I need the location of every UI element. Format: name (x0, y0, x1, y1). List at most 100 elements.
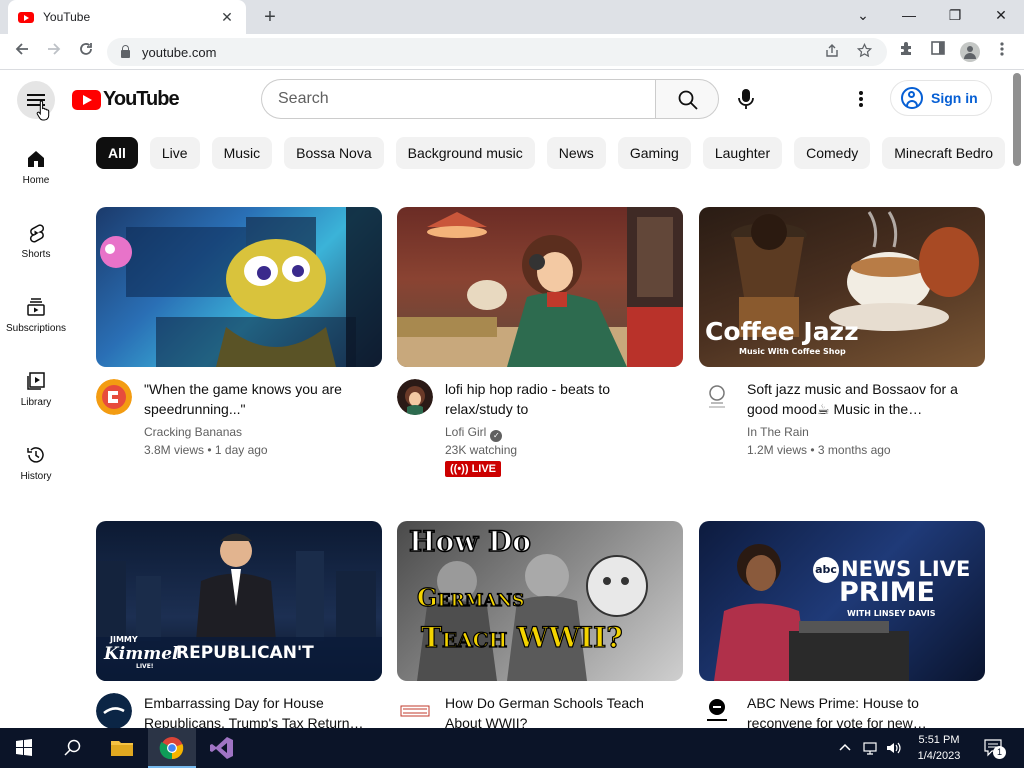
kimmel-logo-top: JIMMY (110, 635, 138, 644)
chrome-menu-icon[interactable] (989, 39, 1015, 65)
video-title[interactable]: lofi hip hop radio - beats to relax/stud… (445, 379, 675, 419)
video-title[interactable]: Soft jazz music and Bossaov for a good m… (747, 379, 977, 419)
taskbar-visual-studio[interactable] (198, 728, 246, 768)
video-card[interactable]: Coffee Jazz Music With Coffee Shop Soft … (699, 207, 985, 487)
guide-item-library[interactable]: Library (0, 371, 72, 441)
channel-avatar[interactable] (96, 693, 132, 728)
chip-background-music[interactable]: Background music (395, 137, 535, 169)
thumbnail-game-scene (100, 207, 382, 367)
video-thumbnail[interactable]: JIMMY Kimmel LIVE! REPUBLICAN'T (96, 521, 382, 681)
reload-icon (80, 43, 92, 55)
channel-avatar[interactable] (397, 379, 433, 415)
start-button[interactable] (0, 728, 48, 768)
guide-label-subscriptions: Subscriptions (5, 323, 67, 334)
search-input[interactable] (261, 79, 656, 119)
thumbnail-subtitle: Music With Coffee Shop (739, 347, 846, 356)
chip-gaming[interactable]: Gaming (617, 137, 691, 169)
video-meta: How Do German Schools Teach About WWII? (397, 681, 683, 728)
voice-search-button[interactable] (726, 79, 766, 119)
chip-live[interactable]: Live (149, 137, 200, 169)
video-title[interactable]: How Do German Schools Teach About WWII? (445, 693, 675, 728)
action-center-button[interactable]: 1 (983, 738, 1006, 761)
taskbar-clock[interactable]: 5:51 PM 1/4/2023 (908, 732, 970, 764)
channel-avatar[interactable] (96, 379, 132, 415)
address-bar[interactable]: youtube.com (107, 38, 887, 66)
abc-logo: abc (813, 557, 839, 583)
chip-bossa-nova[interactable]: Bossa Nova (284, 137, 384, 169)
account-circle-icon (901, 87, 923, 109)
chip-music[interactable]: Music (211, 137, 273, 169)
video-thumbnail[interactable] (96, 207, 382, 367)
video-thumbnail[interactable] (397, 207, 683, 367)
bookmark-star-icon[interactable] (853, 42, 875, 64)
sign-in-button[interactable]: Sign in (890, 80, 992, 116)
video-meta: "When the game knows you are speedrunnin… (96, 367, 382, 487)
taskbar-file-explorer[interactable] (98, 728, 146, 768)
video-title[interactable]: ABC News Prime: House to reconvene for v… (747, 693, 977, 728)
share-icon[interactable] (821, 42, 843, 64)
minimize-button[interactable]: — (886, 0, 932, 30)
youtube-logo[interactable]: YouTube (72, 88, 180, 111)
new-tab-button[interactable]: + (258, 5, 282, 29)
video-title[interactable]: "When the game knows you are speedrunnin… (144, 379, 374, 419)
video-meta: lofi hip hop radio - beats to relax/stud… (397, 367, 683, 487)
network-icon[interactable] (862, 740, 880, 759)
chip-comedy[interactable]: Comedy (794, 137, 871, 169)
channel-name[interactable]: In The Rain (747, 425, 809, 439)
restore-button[interactable]: ❐ (932, 0, 978, 30)
guide-label-shorts: Shorts (21, 249, 51, 260)
settings-more-button[interactable] (849, 85, 873, 113)
tray-overflow-icon[interactable] (838, 740, 852, 757)
guide-item-home[interactable]: Home (0, 149, 72, 219)
youtube-favicon-icon (18, 11, 34, 23)
guide-item-shorts[interactable]: Shorts (0, 223, 72, 293)
chip-laughter[interactable]: Laughter (702, 137, 783, 169)
close-window-button[interactable]: ✕ (978, 0, 1024, 30)
video-card[interactable]: "When the game knows you are speedrunnin… (96, 207, 382, 487)
thumbnail-title: Coffee Jazz (705, 317, 859, 346)
video-card[interactable]: abc NEWS LIVE PRIME WITH LINSEY DAVIS AB… (699, 521, 985, 728)
video-card[interactable]: How Do Germans Teach WWII? How Do German… (397, 521, 683, 728)
clock-time: 5:51 PM (918, 734, 960, 746)
guide-item-history[interactable]: History (0, 445, 72, 515)
forward-button[interactable] (41, 39, 67, 65)
chip-minecraft-bedrock[interactable]: Minecraft Bedro (882, 137, 1006, 169)
taskbar-search-button[interactable] (48, 728, 96, 768)
windows-taskbar: 5:51 PM 1/4/2023 1 (0, 728, 1024, 768)
channel-avatar[interactable] (699, 693, 735, 728)
video-thumbnail[interactable]: How Do Germans Teach WWII? (397, 521, 683, 681)
video-thumbnail[interactable]: Coffee Jazz Music With Coffee Shop (699, 207, 985, 367)
kimmel-logo-main: Kimmel (104, 644, 179, 664)
side-panel-icon[interactable] (925, 39, 951, 65)
thumbnail-line2: PRIME (839, 577, 935, 608)
scrollbar-thumb[interactable] (1013, 73, 1021, 166)
windows-logo-icon (16, 739, 32, 756)
chip-all[interactable]: All (96, 137, 138, 169)
video-title[interactable]: Embarrassing Day for House Republicans, … (144, 693, 374, 728)
extensions-icon[interactable] (893, 39, 919, 65)
lock-icon (121, 45, 130, 58)
video-stats: 23K watching (445, 443, 518, 457)
back-button[interactable] (9, 39, 35, 65)
video-thumbnail[interactable]: abc NEWS LIVE PRIME WITH LINSEY DAVIS (699, 521, 985, 681)
guide-item-subscriptions[interactable]: Subscriptions (0, 297, 72, 367)
chip-news[interactable]: News (546, 137, 606, 169)
reload-button[interactable] (73, 39, 99, 65)
profile-avatar-icon[interactable] (960, 42, 980, 62)
tab-close-icon[interactable]: ✕ (218, 8, 236, 26)
channel-avatar[interactable] (397, 693, 433, 728)
folder-icon (111, 741, 133, 756)
volume-icon[interactable] (885, 740, 903, 759)
tab-search-button[interactable]: ⌄ (840, 0, 886, 30)
channel-name[interactable]: Cracking Bananas (144, 425, 242, 439)
channel-name[interactable]: Lofi Girl ✓ (445, 425, 503, 442)
more-dot (859, 103, 863, 107)
filter-chips-bar: All Live Music Bossa Nova Background music Ne… (96, 137, 1008, 171)
search-button[interactable] (655, 79, 719, 119)
page-scrollbar[interactable] (1010, 71, 1024, 728)
browser-tab[interactable]: YouTube ✕ (8, 0, 246, 34)
video-card[interactable]: lofi hip hop radio - beats to relax/stud… (397, 207, 683, 487)
taskbar-chrome[interactable] (148, 728, 196, 768)
video-card[interactable]: JIMMY Kimmel LIVE! REPUBLICAN'T Embarras… (96, 521, 382, 728)
channel-avatar[interactable] (699, 379, 735, 415)
